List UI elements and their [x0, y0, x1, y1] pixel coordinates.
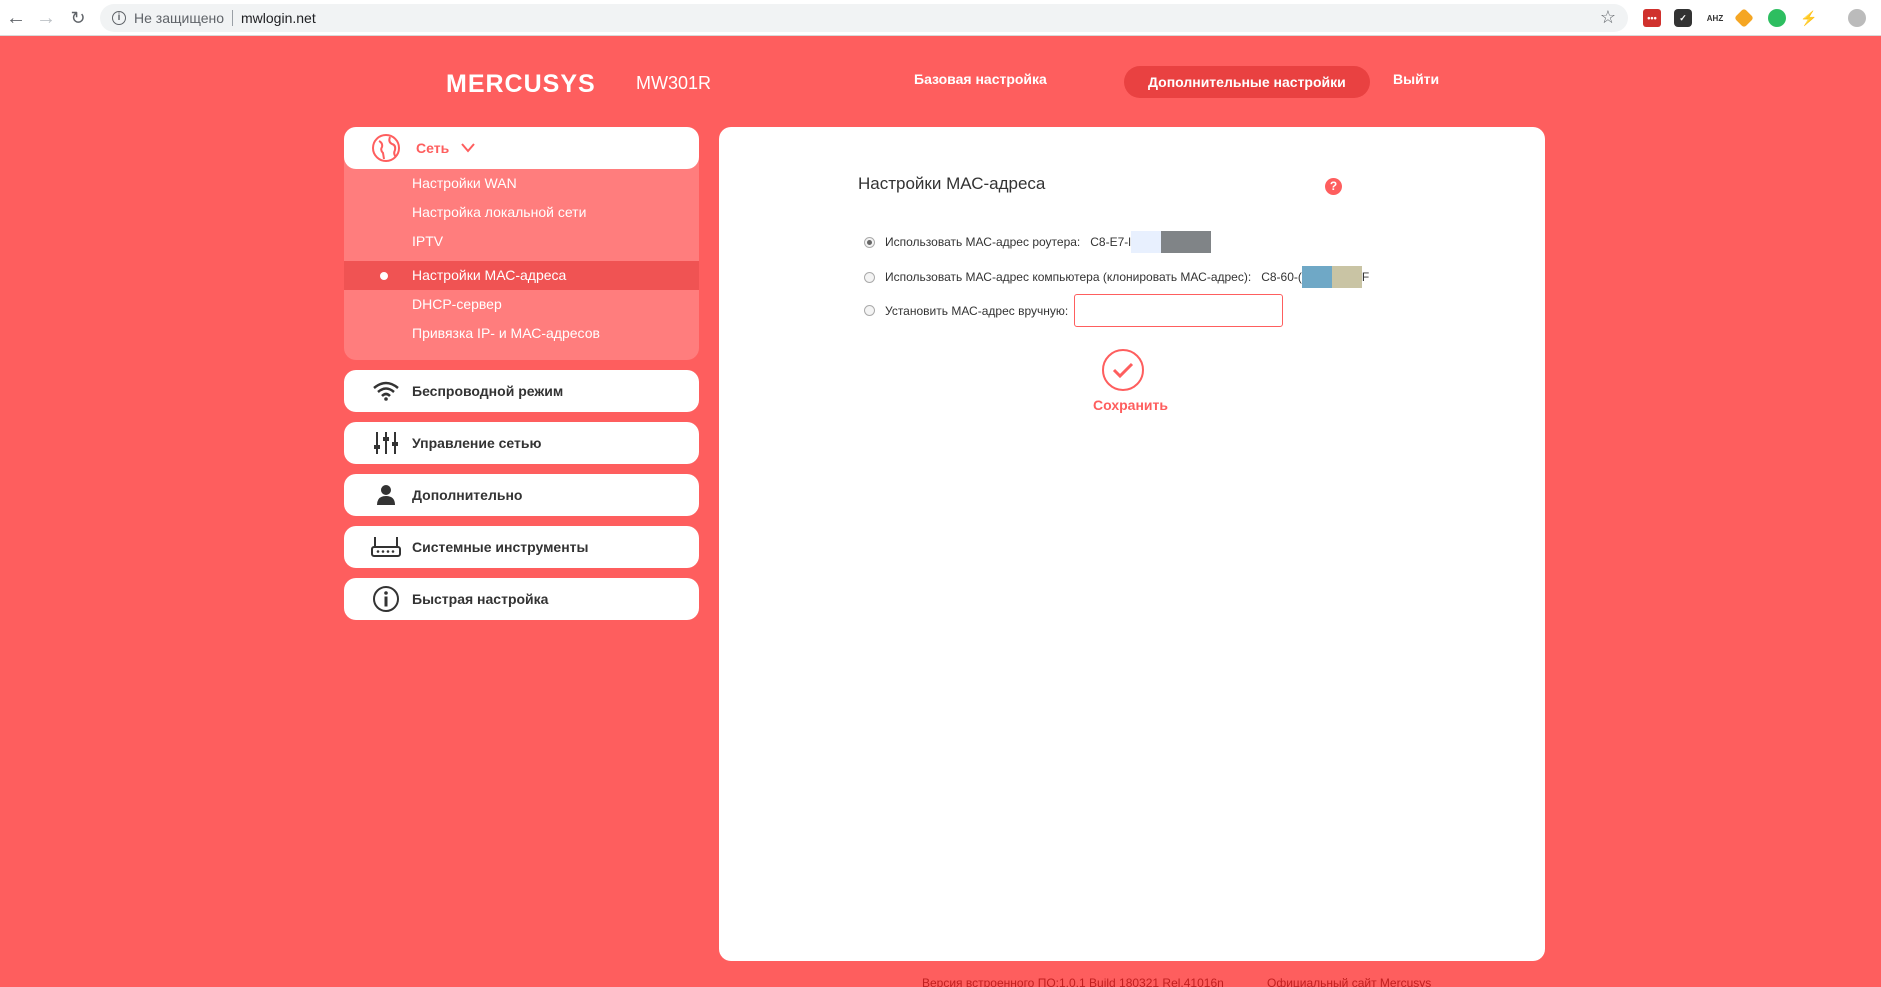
mac-redaction-beige — [1331, 266, 1362, 288]
model-name: MW301R — [636, 73, 712, 93]
sidebar-network-label: Сеть — [416, 140, 450, 156]
site-info-icon[interactable]: i — [112, 11, 126, 25]
save-button[interactable]: Сохранить — [1093, 349, 1168, 413]
computer-mac-tail: F — [1361, 270, 1370, 284]
reload-icon[interactable]: ↻ — [66, 6, 90, 30]
back-arrow-icon[interactable]: ← — [4, 6, 28, 30]
computer-mac-value: C8-60-( — [1261, 270, 1302, 284]
page-title: Настройки МАС-адреса — [858, 174, 1046, 193]
sidebar-subitem-wan[interactable]: Настройки WAN — [344, 169, 699, 198]
extension-evernote-icon[interactable] — [1768, 9, 1786, 27]
option-manual-mac: Установить МАС-адрес вручную: — [864, 294, 1284, 327]
radio-manual-mac[interactable] — [864, 305, 875, 316]
sidebar-system-tools-label: Системные инструменты — [412, 539, 589, 555]
profile-avatar[interactable] — [1848, 9, 1866, 27]
sidebar-item-system-tools[interactable]: Системные инструменты — [344, 526, 699, 568]
sliders-icon — [368, 422, 404, 464]
nav-logout[interactable]: Выйти — [1393, 71, 1439, 87]
sidebar-subitem-dhcp[interactable]: DHCP-сервер — [344, 290, 699, 319]
sidebar-item-network[interactable]: Сеть — [344, 127, 699, 169]
nav-advanced-settings[interactable]: Дополнительные настройки — [1124, 66, 1370, 98]
sidebar-wireless-label: Беспроводной режим — [412, 383, 564, 399]
extension-pocket-icon[interactable]: ✓ — [1674, 9, 1692, 27]
sidebar-item-quick-setup[interactable]: Быстрая настройка — [344, 578, 699, 620]
router-icon — [368, 526, 404, 568]
sidebar-item-wireless[interactable]: Беспроводной режим — [344, 370, 699, 412]
mac-redaction-light — [1130, 231, 1161, 253]
option-computer-mac-label: Использовать МАС-адрес компьютера (клони… — [885, 270, 1252, 284]
mac-redaction-dark — [1160, 231, 1211, 253]
info-circle-icon — [368, 578, 404, 620]
sidebar-advanced-label: Дополнительно — [412, 487, 523, 503]
option-computer-mac: Использовать МАС-адрес компьютера (клони… — [864, 266, 1369, 288]
sidebar-subitem-iptv[interactable]: IPTV — [344, 227, 699, 256]
sidebar-subitem-lan[interactable]: Настройка локальной сети — [344, 198, 699, 227]
sidebar-quick-setup-label: Быстрая настройка — [412, 591, 549, 607]
radio-router-mac[interactable] — [864, 236, 875, 248]
save-label: Сохранить — [1093, 397, 1168, 413]
extension-lastpass-icon[interactable]: ••• — [1643, 9, 1661, 27]
sidebar-item-advanced[interactable]: Дополнительно — [344, 474, 699, 516]
sidebar-network-control-label: Управление сетью — [412, 435, 542, 451]
mac-redaction-blue — [1301, 266, 1332, 288]
user-icon — [368, 474, 404, 516]
extension-bolt-icon[interactable]: ⚡ — [1800, 9, 1818, 27]
radio-computer-mac[interactable] — [864, 271, 875, 283]
router-mac-value: C8-E7-l — [1090, 235, 1131, 249]
sidebar-item-network-control[interactable]: Управление сетью — [344, 422, 699, 464]
firmware-version: Версия встроенного ПО:1.0.1 Build 180321… — [922, 976, 1224, 987]
extension-tag-icon[interactable] — [1734, 8, 1754, 28]
globe-icon — [368, 127, 404, 169]
omnibox-separator — [232, 10, 233, 26]
option-manual-mac-label: Установить МАС-адрес вручную: — [885, 303, 1069, 318]
url-text: mwlogin.net — [241, 10, 316, 26]
chevron-down-icon — [461, 140, 475, 156]
option-router-mac: Использовать МАС-адрес роутера: C8-E7-l — [864, 231, 1211, 253]
content-panel: Настройки МАС-адреса ? Использовать МАС-… — [719, 127, 1545, 961]
brand-logo: MERCUSYS — [446, 70, 596, 98]
wifi-icon — [368, 370, 404, 412]
sidebar-network-group: Сеть Настройки WAN Настройка локальной с… — [344, 127, 699, 360]
security-label: Не защищено — [134, 10, 224, 26]
browser-toolbar: ← → ↻ i Не защищено mwlogin.net ☆ ••• ✓ … — [0, 0, 1881, 36]
sidebar-subitem-mac[interactable]: Настройки МАС-адреса — [344, 261, 699, 290]
help-icon[interactable]: ? — [1325, 178, 1342, 195]
sidebar-subitem-ip-mac-binding[interactable]: Привязка IP- и МАС-адресов — [344, 319, 699, 348]
manual-mac-input[interactable] — [1074, 294, 1284, 327]
nav-basic-settings[interactable]: Базовая настройка — [914, 71, 1047, 87]
bookmark-star-icon[interactable]: ☆ — [1600, 7, 1616, 28]
sidebar-subitem-mac-label: Настройки МАС-адреса — [412, 267, 567, 283]
checkmark-icon — [1102, 349, 1144, 391]
option-router-mac-label: Использовать МАС-адрес роутера: — [885, 235, 1081, 249]
official-site-link[interactable]: Официальный сайт Mercusys — [1267, 976, 1431, 987]
address-bar[interactable]: i Не защищено mwlogin.net ☆ — [100, 4, 1628, 32]
forward-arrow-icon[interactable]: → — [34, 6, 58, 30]
active-indicator-dot — [380, 272, 388, 280]
extension-ahz-icon[interactable]: AHZ — [1706, 9, 1724, 27]
